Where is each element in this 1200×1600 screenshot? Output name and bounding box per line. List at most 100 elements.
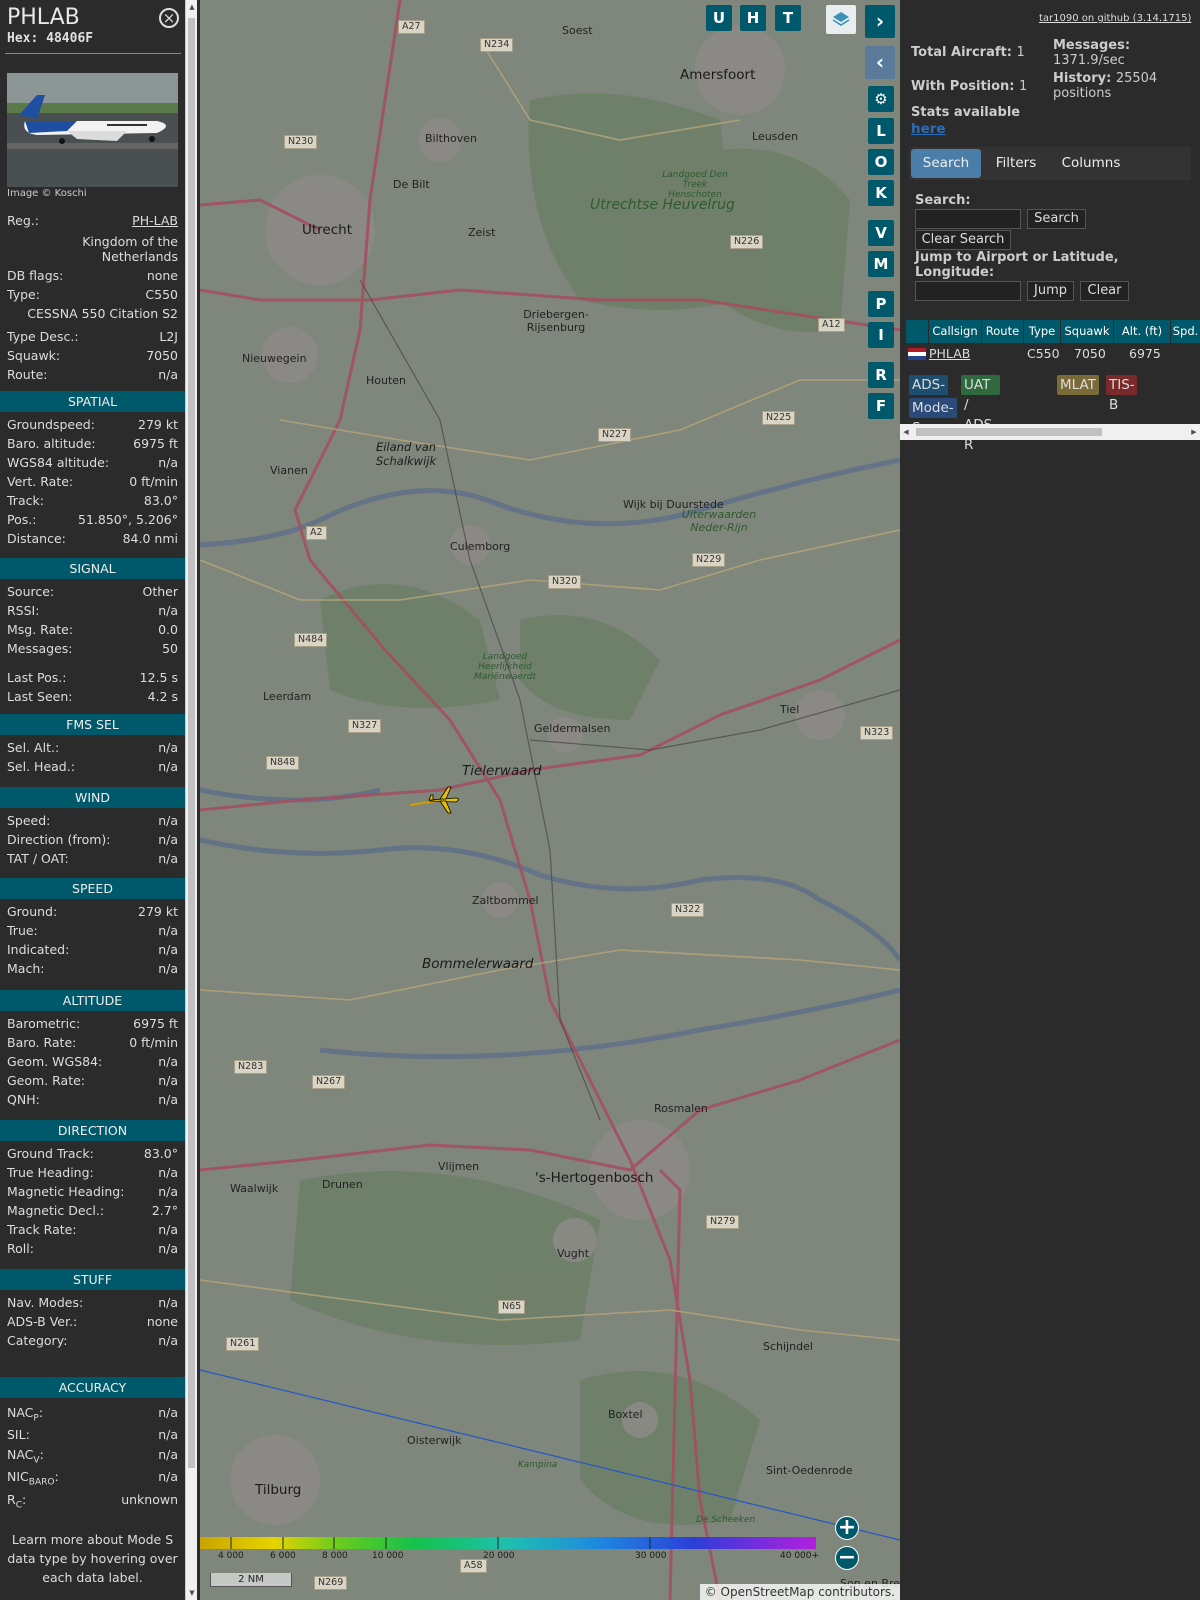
tab-filters[interactable]: Filters [985, 149, 1047, 178]
accuracy-label-text: NAC [7, 1447, 34, 1462]
accuracy-value: n/a [158, 1469, 178, 1484]
direction-row: Magnetic Decl.: 2.7° [7, 1203, 178, 1221]
speed-row: Ground: 279 kt [7, 904, 178, 922]
table-header-type[interactable]: Type [1024, 320, 1060, 343]
tab-columns[interactable]: Columns [1051, 149, 1131, 178]
spatial-value: 84.0 nmi [122, 531, 178, 546]
tab-search[interactable]: Search [911, 149, 981, 178]
toggle-r[interactable]: R [868, 362, 894, 388]
table-header-altitude[interactable]: Alt. (ft) [1114, 320, 1170, 343]
clear-jump-button[interactable]: Clear [1080, 281, 1129, 301]
map-view[interactable]: Soest Amersfoort Leusden Bilthoven De Bi… [200, 0, 900, 1600]
signal-label: Msg. Rate: [7, 622, 74, 637]
direction-row: Roll: n/a [7, 1241, 178, 1259]
wind-label: Speed: [7, 813, 51, 828]
accuracy-label-colon: : [54, 1469, 59, 1484]
table-horizontal-scrollbar[interactable]: ◀ ▶ [900, 424, 1200, 440]
reg-label: Reg.: [7, 213, 39, 228]
section-speed: SPEED [0, 878, 185, 899]
scrollbar-thumb[interactable] [188, 18, 195, 1468]
direction-value: 2.7° [151, 1203, 178, 1218]
section-spatial: SPATIAL [0, 391, 185, 412]
section-signal: SIGNAL [0, 558, 185, 579]
search-label: Search: [915, 193, 971, 208]
signal2-label: Last Pos.: [7, 670, 67, 685]
stuff-label: Nav. Modes: [7, 1295, 84, 1310]
table-header-callsign[interactable]: Callsign [929, 320, 981, 343]
speed-label: True: [7, 923, 38, 938]
alt-legend-6000: 6 000 [270, 1551, 296, 1561]
table-header-route[interactable]: Route [982, 320, 1023, 343]
registration-link[interactable]: PH-LAB [132, 213, 178, 228]
route-label: Route: [7, 367, 48, 382]
jump-input[interactable] [915, 281, 1021, 301]
layers-icon[interactable] [826, 5, 856, 34]
row-callsign[interactable]: PHLAB [929, 344, 981, 364]
road-n234: N234 [480, 38, 514, 52]
jump-label: Jump to Airport or Latitude, Longitude: [915, 250, 1119, 280]
map-attribution[interactable]: © OpenStreetMap contributors. [699, 1584, 900, 1600]
table-header-flag[interactable] [906, 320, 928, 343]
section-stuff: STUFF [0, 1269, 185, 1290]
stats-link[interactable]: here [911, 121, 946, 137]
signal-label: Source: [7, 584, 55, 599]
toggle-f[interactable]: F [868, 393, 894, 419]
stuff-label: ADS-B Ver.: [7, 1314, 78, 1329]
total-aircraft-stat: Total Aircraft: 1 [911, 45, 1025, 60]
scroll-left-icon[interactable]: ◀ [900, 424, 912, 440]
scroll-down-icon[interactable]: ▼ [186, 1586, 198, 1600]
total-aircraft-label: Total Aircraft: [911, 45, 1012, 60]
signal-row: Source: Other [7, 584, 178, 602]
clear-search-button[interactable]: Clear Search [915, 230, 1011, 250]
toggle-p[interactable]: P [868, 291, 894, 317]
road-n279: N279 [706, 1215, 740, 1229]
toggle-o[interactable]: O [868, 149, 894, 175]
zoom-in-button[interactable]: + [835, 1516, 859, 1540]
table-header-speed[interactable]: Spd. [1171, 320, 1200, 343]
toggle-l[interactable]: L [868, 118, 894, 144]
aircraft-icon[interactable] [426, 785, 462, 815]
speed-value: n/a [158, 942, 178, 957]
aircraft-photo[interactable] [7, 73, 178, 187]
toggle-i[interactable]: I [868, 322, 894, 348]
info-panel-scrollbar[interactable]: ▲ ▼ [185, 0, 197, 1600]
accuracy-label: NACV: [7, 1447, 44, 1466]
direction-row: Magnetic Heading: n/a [7, 1184, 178, 1202]
registration-row: Reg.: PH-LAB [7, 213, 178, 231]
toggle-v[interactable]: V [868, 220, 894, 246]
scroll-up-icon[interactable]: ▲ [186, 0, 198, 14]
signal-value: 0.0 [158, 622, 178, 637]
search-button[interactable]: Search [1027, 209, 1086, 229]
toggle-m[interactable]: M [868, 251, 894, 277]
alt-legend-8000: 8 000 [322, 1551, 348, 1561]
signal2-row: Last Pos.: 12.5 s [7, 670, 178, 688]
jump-button[interactable]: Jump [1027, 281, 1074, 301]
version-link[interactable]: tar1090 on github (3.14.1715) [1039, 13, 1191, 24]
speed-row: True: n/a [7, 923, 178, 941]
label-toggle-u[interactable]: U [706, 5, 732, 31]
search-input[interactable] [915, 209, 1021, 229]
section-accuracy: ACCURACY [0, 1377, 185, 1398]
accuracy-value: n/a [158, 1405, 178, 1420]
label-toggle-h[interactable]: H [740, 5, 766, 31]
spatial-label: Baro. altitude: [7, 436, 96, 451]
collapse-sidebar-icon[interactable]: ‹ [865, 46, 895, 79]
altitude-row: QNH: n/a [7, 1092, 178, 1110]
scroll-right-icon[interactable]: ▶ [1188, 424, 1200, 440]
toggle-k[interactable]: K [868, 180, 894, 206]
hscroll-thumb[interactable] [916, 428, 1102, 436]
expand-sidebar-icon[interactable]: › [865, 5, 895, 38]
label-toggle-t[interactable]: T [775, 5, 801, 31]
altitude-value: 6975 ft [133, 1016, 178, 1031]
altitude-row: Geom. WGS84: n/a [7, 1054, 178, 1072]
zoom-out-button[interactable]: − [835, 1546, 859, 1570]
section-wind: WIND [0, 787, 185, 808]
signal-value: n/a [158, 603, 178, 618]
close-icon[interactable]: × [159, 8, 179, 28]
settings-gear-icon[interactable]: ⚙ [868, 86, 894, 112]
table-header-squawk[interactable]: Squawk [1061, 320, 1113, 343]
image-credit: Image © Koschi [7, 188, 87, 199]
place-leerdam: Leerdam [263, 690, 312, 703]
tag-mode-s: Mode-S [909, 398, 957, 436]
accuracy-label: NICBARO: [7, 1469, 59, 1488]
